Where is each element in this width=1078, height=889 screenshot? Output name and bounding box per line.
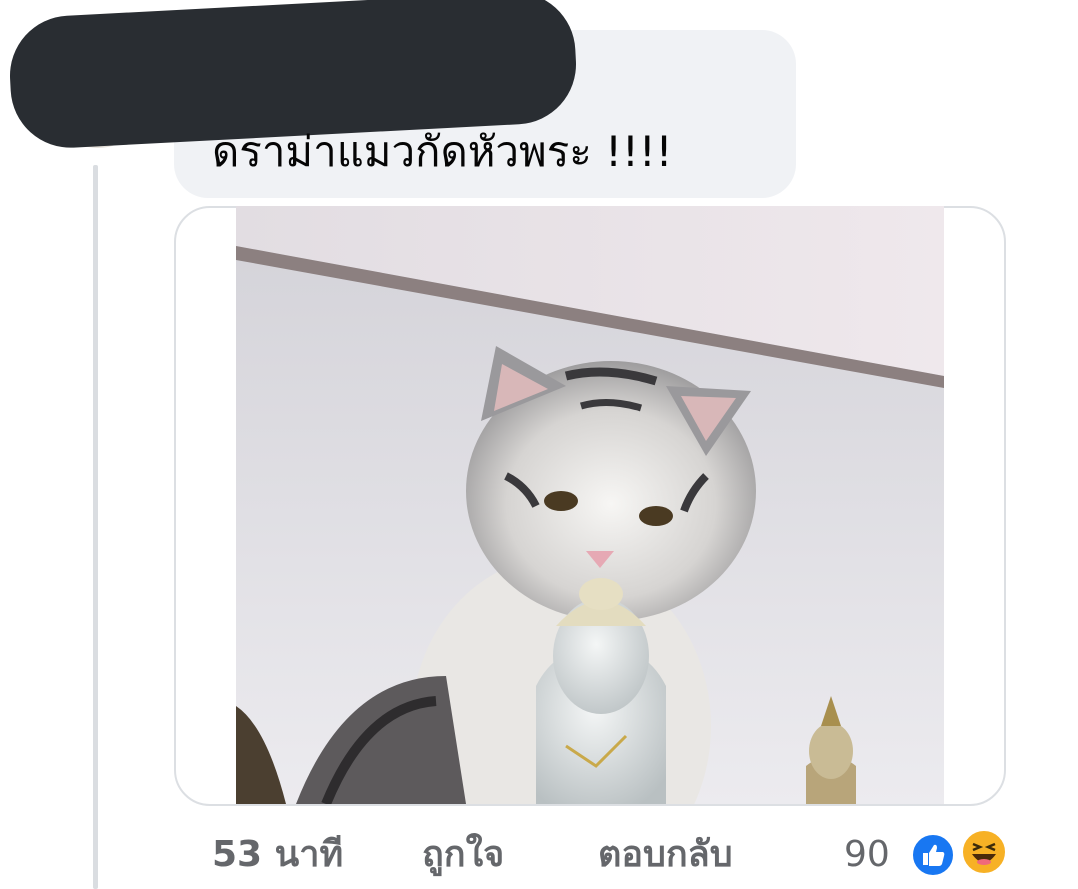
reaction-count[interactable]: 90 xyxy=(844,826,890,884)
cat-photo-illustration xyxy=(236,206,944,804)
like-icon[interactable] xyxy=(910,832,956,878)
haha-icon[interactable] xyxy=(960,828,1008,876)
comment-photo[interactable] xyxy=(236,206,944,804)
like-button[interactable]: ถูกใจ xyxy=(422,826,504,884)
reply-button[interactable]: ตอบกลับ xyxy=(598,826,733,884)
comment-text: ดราม่าแมวกัดหัวพระ !!!! xyxy=(212,127,673,176)
thread-line xyxy=(93,165,98,889)
comment-timestamp[interactable]: 53 นาที xyxy=(212,826,343,884)
